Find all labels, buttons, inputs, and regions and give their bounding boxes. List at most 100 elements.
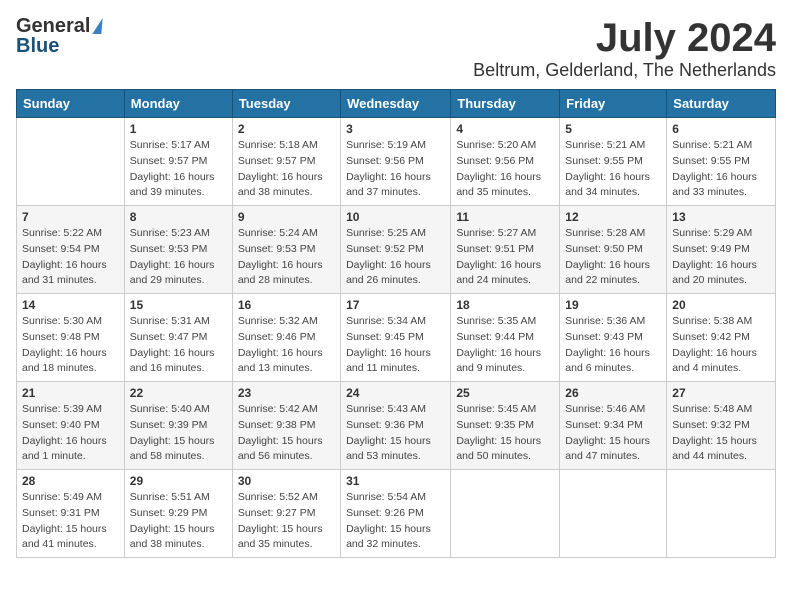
day-info: Sunrise: 5:30 AMSunset: 9:48 PMDaylight:…	[22, 314, 119, 377]
logo-triangle-icon	[93, 18, 103, 34]
calendar-cell: 12 Sunrise: 5:28 AMSunset: 9:50 PMDayligh…	[560, 206, 667, 294]
day-info: Sunrise: 5:46 AMSunset: 9:34 PMDaylight:…	[565, 402, 661, 465]
calendar-cell: 7 Sunrise: 5:22 AMSunset: 9:54 PMDaylight…	[17, 206, 125, 294]
day-number: 13	[672, 210, 770, 224]
calendar-week-row: 14 Sunrise: 5:30 AMSunset: 9:48 PMDayligh…	[17, 294, 776, 382]
calendar-cell: 5Sunrise: 5:21 AMSunset: 9:55 PMDaylight…	[560, 118, 667, 206]
day-info: Sunrise: 5:36 AMSunset: 9:43 PMDaylight:…	[565, 314, 661, 377]
day-number: 3	[346, 122, 445, 136]
day-info: Sunrise: 5:52 AMSunset: 9:27 PMDaylight:…	[238, 490, 335, 553]
calendar-week-row: 21 Sunrise: 5:39 AMSunset: 9:40 PMDayligh…	[17, 382, 776, 470]
calendar-header-monday: Monday	[124, 90, 232, 118]
day-number: 20	[672, 298, 770, 312]
day-info: Sunrise: 5:22 AMSunset: 9:54 PMDaylight:…	[22, 226, 119, 289]
day-info: Sunrise: 5:51 AMSunset: 9:29 PMDaylight:…	[130, 490, 227, 553]
day-info: Sunrise: 5:28 AMSunset: 9:50 PMDaylight:…	[565, 226, 661, 289]
day-info: Sunrise: 5:21 AMSunset: 9:55 PMDaylight:…	[565, 138, 661, 201]
calendar-cell: 18Sunrise: 5:35 AMSunset: 9:44 PMDayligh…	[451, 294, 560, 382]
calendar-cell: 3Sunrise: 5:19 AMSunset: 9:56 PMDaylight…	[341, 118, 451, 206]
day-info: Sunrise: 5:35 AMSunset: 9:44 PMDaylight:…	[456, 314, 554, 377]
day-number: 15	[130, 298, 227, 312]
calendar-cell: 19 Sunrise: 5:36 AMSunset: 9:43 PMDayligh…	[560, 294, 667, 382]
day-number: 16	[238, 298, 335, 312]
day-info: Sunrise: 5:38 AMSunset: 9:42 PMDaylight:…	[672, 314, 770, 377]
day-info: Sunrise: 5:54 AMSunset: 9:26 PMDaylight:…	[346, 490, 445, 553]
calendar-header-saturday: Saturday	[667, 90, 776, 118]
day-number: 6	[672, 122, 770, 136]
calendar-cell	[451, 470, 560, 558]
day-number: 21	[22, 386, 119, 400]
calendar-cell: 20 Sunrise: 5:38 AMSunset: 9:42 PMDayligh…	[667, 294, 776, 382]
month-title: July 2024	[473, 16, 776, 60]
day-number: 14	[22, 298, 119, 312]
day-info: Sunrise: 5:31 AMSunset: 9:47 PMDaylight:…	[130, 314, 227, 377]
calendar-cell: 11Sunrise: 5:27 AMSunset: 9:51 PMDayligh…	[451, 206, 560, 294]
day-info: Sunrise: 5:32 AMSunset: 9:46 PMDaylight:…	[238, 314, 335, 377]
calendar-header-row: SundayMondayTuesdayWednesdayThursdayFrid…	[17, 90, 776, 118]
logo: General Blue	[16, 16, 102, 56]
day-number: 19	[565, 298, 661, 312]
day-number: 25	[456, 386, 554, 400]
day-number: 10	[346, 210, 445, 224]
calendar-cell: 10Sunrise: 5:25 AMSunset: 9:52 PMDayligh…	[341, 206, 451, 294]
day-info: Sunrise: 5:17 AMSunset: 9:57 PMDaylight:…	[130, 138, 227, 201]
title-area: July 2024 Beltrum, Gelderland, The Nethe…	[473, 16, 776, 81]
day-number: 30	[238, 474, 335, 488]
calendar-cell: 21 Sunrise: 5:39 AMSunset: 9:40 PMDayligh…	[17, 382, 125, 470]
calendar-header-thursday: Thursday	[451, 90, 560, 118]
calendar-week-row: 1 Sunrise: 5:17 AMSunset: 9:57 PMDaylight…	[17, 118, 776, 206]
day-number: 7	[22, 210, 119, 224]
day-number: 8	[130, 210, 227, 224]
day-info: Sunrise: 5:39 AMSunset: 9:40 PMDaylight:…	[22, 402, 119, 465]
calendar-cell: 30 Sunrise: 5:52 AMSunset: 9:27 PMDayligh…	[232, 470, 340, 558]
calendar-header-friday: Friday	[560, 90, 667, 118]
calendar-cell	[667, 470, 776, 558]
day-info: Sunrise: 5:40 AMSunset: 9:39 PMDaylight:…	[130, 402, 227, 465]
calendar-cell: 8Sunrise: 5:23 AMSunset: 9:53 PMDaylight…	[124, 206, 232, 294]
calendar-header-tuesday: Tuesday	[232, 90, 340, 118]
calendar-cell: 9 Sunrise: 5:24 AMSunset: 9:53 PMDaylight…	[232, 206, 340, 294]
day-info: Sunrise: 5:43 AMSunset: 9:36 PMDaylight:…	[346, 402, 445, 465]
day-number: 17	[346, 298, 445, 312]
day-number: 4	[456, 122, 554, 136]
calendar-header-wednesday: Wednesday	[341, 90, 451, 118]
calendar-cell: 15 Sunrise: 5:31 AMSunset: 9:47 PMDayligh…	[124, 294, 232, 382]
calendar-cell: 4 Sunrise: 5:20 AMSunset: 9:56 PMDaylight…	[451, 118, 560, 206]
calendar-cell	[560, 470, 667, 558]
day-info: Sunrise: 5:42 AMSunset: 9:38 PMDaylight:…	[238, 402, 335, 465]
day-number: 26	[565, 386, 661, 400]
calendar-header-sunday: Sunday	[17, 90, 125, 118]
calendar-cell: 2Sunrise: 5:18 AMSunset: 9:57 PMDaylight…	[232, 118, 340, 206]
day-info: Sunrise: 5:18 AMSunset: 9:57 PMDaylight:…	[238, 138, 335, 201]
calendar-week-row: 28 Sunrise: 5:49 AMSunset: 9:31 PMDayligh…	[17, 470, 776, 558]
day-number: 27	[672, 386, 770, 400]
calendar-cell: 22 Sunrise: 5:40 AMSunset: 9:39 PMDayligh…	[124, 382, 232, 470]
day-number: 31	[346, 474, 445, 488]
calendar-cell: 25Sunrise: 5:45 AMSunset: 9:35 PMDayligh…	[451, 382, 560, 470]
calendar-cell: 29 Sunrise: 5:51 AMSunset: 9:29 PMDayligh…	[124, 470, 232, 558]
calendar-cell: 13 Sunrise: 5:29 AMSunset: 9:49 PMDayligh…	[667, 206, 776, 294]
day-info: Sunrise: 5:48 AMSunset: 9:32 PMDaylight:…	[672, 402, 770, 465]
day-number: 23	[238, 386, 335, 400]
day-info: Sunrise: 5:34 AMSunset: 9:45 PMDaylight:…	[346, 314, 445, 377]
day-info: Sunrise: 5:24 AMSunset: 9:53 PMDaylight:…	[238, 226, 335, 289]
day-number: 11	[456, 210, 554, 224]
calendar-cell	[17, 118, 125, 206]
calendar-table: SundayMondayTuesdayWednesdayThursdayFrid…	[16, 89, 776, 558]
day-number: 22	[130, 386, 227, 400]
logo-blue: Blue	[16, 36, 59, 56]
calendar-cell: 17 Sunrise: 5:34 AMSunset: 9:45 PMDayligh…	[341, 294, 451, 382]
day-number: 28	[22, 474, 119, 488]
calendar-cell: 14 Sunrise: 5:30 AMSunset: 9:48 PMDayligh…	[17, 294, 125, 382]
day-info: Sunrise: 5:29 AMSunset: 9:49 PMDaylight:…	[672, 226, 770, 289]
day-info: Sunrise: 5:49 AMSunset: 9:31 PMDaylight:…	[22, 490, 119, 553]
day-number: 9	[238, 210, 335, 224]
day-number: 12	[565, 210, 661, 224]
day-number: 1	[130, 122, 227, 136]
calendar-cell: 16 Sunrise: 5:32 AMSunset: 9:46 PMDayligh…	[232, 294, 340, 382]
location-title: Beltrum, Gelderland, The Netherlands	[473, 60, 776, 81]
day-number: 29	[130, 474, 227, 488]
calendar-cell: 27 Sunrise: 5:48 AMSunset: 9:32 PMDayligh…	[667, 382, 776, 470]
day-info: Sunrise: 5:20 AMSunset: 9:56 PMDaylight:…	[456, 138, 554, 201]
calendar-cell: 6Sunrise: 5:21 AMSunset: 9:55 PMDaylight…	[667, 118, 776, 206]
